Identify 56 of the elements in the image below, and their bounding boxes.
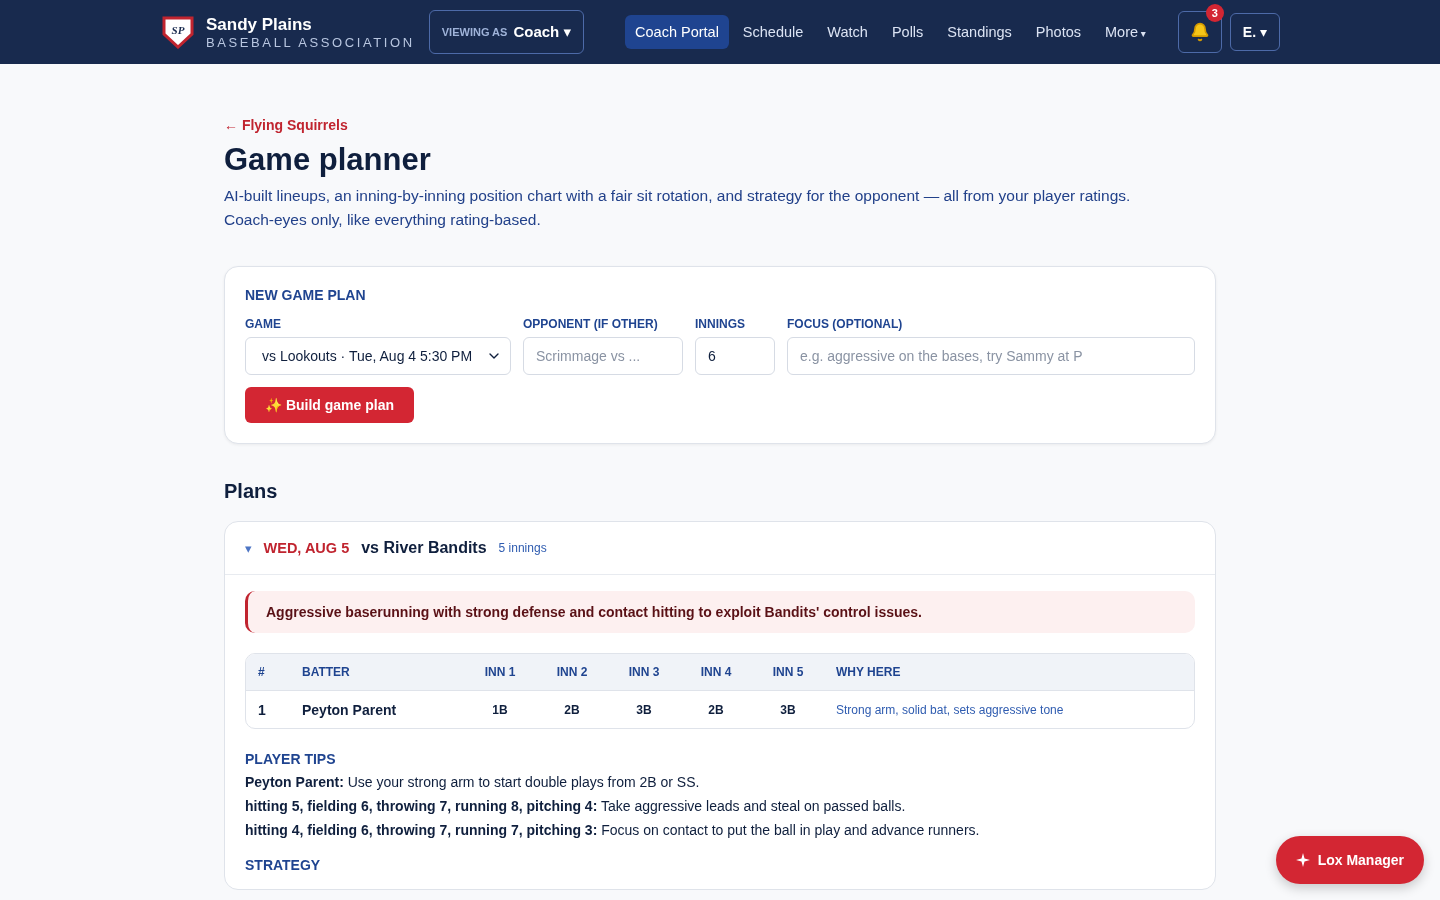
field-label: FOCUS (OPTIONAL) <box>787 317 904 331</box>
section-heading: NEW GAME PLAN <box>245 287 367 303</box>
build-plan-button[interactable]: ✨ Build game plan <box>245 387 414 423</box>
nav-link[interactable]: Polls <box>881 15 934 49</box>
column-header: WHY HERE <box>824 654 1194 691</box>
column-header: INN 4 <box>680 654 752 691</box>
shield-logo: SP <box>162 15 194 49</box>
intro-text: AI-built lineups, an inning-by-inning position chart with a fair sit rotation, and strategy for the opponent — all from your player ratings. Coach-eyes only, like everything rating-based. <box>224 186 1132 230</box>
input-field[interactable]: 6 <box>695 337 775 375</box>
bell-icon <box>1189 22 1210 42</box>
column-header: INN 5 <box>752 654 824 691</box>
player-tip: hitting 4, fielding 6, throwing 7, running 7, pitching 3: Focus on contact to put the ball in play and advance runners. <box>245 821 981 839</box>
page-title: Game planner <box>224 142 432 178</box>
nav-link[interactable]: Standings <box>937 15 1022 49</box>
nav-link[interactable]: Coach Portal <box>625 15 729 49</box>
user-menu-button[interactable]: E. ▾ <box>1229 13 1280 51</box>
back-link[interactable]: ← Flying Squirrels <box>224 117 348 133</box>
column-header: INN 1 <box>464 654 536 691</box>
table-cell-text: 2B <box>563 701 581 719</box>
field-label: INNINGS <box>695 317 746 331</box>
table-cell-text: 3B <box>635 701 653 719</box>
nav-link[interactable]: Photos <box>1025 15 1091 49</box>
column-header: BATTER <box>290 654 464 691</box>
notification-count: 3 <box>1205 4 1224 22</box>
expand-toggle[interactable]: ▾ <box>245 540 252 556</box>
sparkle-icon <box>1295 853 1310 867</box>
assistant-button[interactable]: Lox Manager <box>1275 836 1424 884</box>
table-cell-text: 1 <box>257 700 267 720</box>
input-field[interactable]: Scrimmage vs ... <box>523 337 683 375</box>
nav-link[interactable]: More ▾ <box>1095 15 1156 49</box>
player-tip: Peyton Parent: Use your strong arm to start double plays from 2B or SS. <box>245 773 701 791</box>
table-cell-text: 3B <box>779 701 797 719</box>
table-cell-text: Peyton Parent <box>301 700 398 720</box>
plan-summary: Aggressive baserunning with strong defense and contact hitting to exploit Bandits' control issues. <box>245 591 1195 633</box>
game-select[interactable]: vs Lookouts · Tue, Aug 4 5:30 PM <box>245 337 511 375</box>
input-field[interactable]: e.g. aggressive on the bases, try Sammy at P <box>787 337 1195 375</box>
table-cell-text: 1B <box>491 701 509 719</box>
table-cell-text: Strong arm, solid bat, sets aggressive tone <box>835 701 1065 719</box>
field-label: GAME <box>245 317 282 331</box>
nav-link[interactable]: Watch <box>817 15 878 49</box>
plan-opponent: vs River Bandits <box>361 539 487 557</box>
org-subtitle: BASEBALL ASSOCIATION <box>206 34 415 50</box>
column-header: INN 2 <box>536 654 608 691</box>
field-label: OPPONENT (IF OTHER) <box>523 317 659 331</box>
org-name: Sandy Plains <box>206 14 313 35</box>
section-heading: PLAYER TIPS <box>245 751 337 767</box>
plans-heading: Plans <box>224 480 279 503</box>
viewing-as-dropdown[interactable]: VIEWING AS Coach ▾ <box>428 10 584 54</box>
plan-innings: 5 innings <box>498 541 547 555</box>
player-tip: hitting 5, fielding 6, throwing 7, running 8, pitching 4: Take aggressive leads and steal on passed balls. <box>245 797 907 815</box>
table-cell-text: 2B <box>707 701 725 719</box>
nav-link[interactable]: Schedule <box>732 15 814 49</box>
column-header: # <box>246 654 290 691</box>
column-header: INN 3 <box>608 654 680 691</box>
plan-date: WED, AUG 5 <box>263 540 350 556</box>
section-heading: STRATEGY <box>245 857 322 873</box>
